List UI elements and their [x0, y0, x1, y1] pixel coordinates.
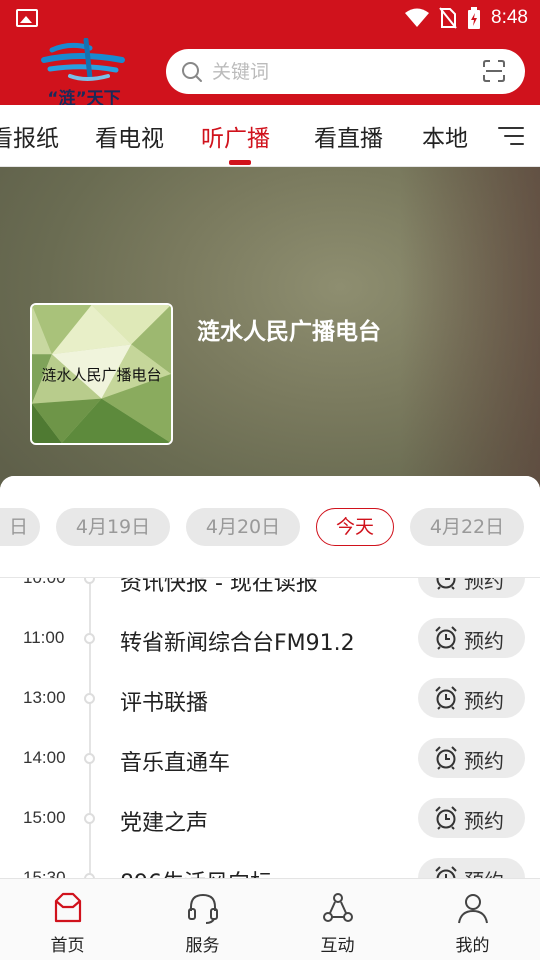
alarm-clock-icon	[435, 686, 457, 710]
program-title: 党建之声	[120, 811, 209, 836]
nav-label: 首页	[50, 936, 85, 956]
reserve-label: 预约	[464, 629, 504, 653]
reserve-button[interactable]: 预约	[418, 798, 525, 838]
program-row: 15:00 党建之声 预约	[0, 788, 540, 848]
nav-label: 服务	[185, 936, 220, 956]
reserve-label: 预约	[464, 865, 504, 878]
search-bar[interactable]	[166, 49, 525, 94]
tab-local[interactable]: 本地	[422, 119, 468, 153]
scan-icon[interactable]	[483, 60, 505, 82]
program-time: 15:30	[23, 868, 66, 878]
reserve-button[interactable]: 预约	[418, 618, 525, 658]
tab-newspaper[interactable]: 看报纸	[0, 119, 59, 153]
nav-service[interactable]: 服务	[135, 879, 270, 960]
program-title: 评书联播	[120, 691, 209, 716]
program-title: 896生活风向标	[120, 865, 272, 878]
program-time: 15:00	[23, 808, 66, 827]
timeline-dot	[84, 813, 95, 824]
tab-radio[interactable]: 听广播	[201, 119, 270, 153]
program-row: 15:30 896生活风向标 预约	[0, 848, 540, 878]
tab-live[interactable]: 看直播	[314, 119, 383, 153]
status-indicators: 8:48	[405, 6, 528, 30]
cover-label: 涟水人民广播电台	[41, 366, 162, 384]
profile-icon	[457, 894, 488, 924]
date-chip-4-22[interactable]: 4月22日	[410, 508, 524, 546]
program-list: 10:00 资讯快报 - 现在读报 预约 11:00 转省新闻综合台FM91.2…	[0, 558, 540, 878]
reserve-label: 预约	[464, 689, 504, 713]
status-bar: 8:48	[0, 0, 540, 36]
station-cover: 涟水人民广播电台	[30, 303, 173, 445]
program-time: 11:00	[23, 628, 65, 647]
alarm-clock-icon	[435, 626, 457, 650]
alarm-clock-icon	[435, 806, 457, 830]
timeline-dot	[84, 633, 95, 644]
logo-emblem-icon	[41, 38, 125, 81]
active-tab-indicator	[229, 160, 251, 165]
date-selector: 日 4月19日 4月20日 今天 4月22日	[0, 476, 540, 578]
date-chip-4-19[interactable]: 4月19日	[56, 508, 170, 546]
alarm-clock-icon	[435, 746, 457, 770]
program-time: 13:00	[23, 688, 66, 707]
bottom-nav: 首页 服务 互动 我的	[0, 878, 540, 960]
program-title: 音乐直通车	[120, 751, 231, 776]
reserve-button[interactable]: 预约	[418, 678, 525, 718]
tab-menu-icon[interactable]	[498, 125, 524, 147]
program-sheet: 日 4月19日 4月20日 今天 4月22日 10:00 资讯快报 - 现在读报…	[0, 476, 540, 878]
program-row: 14:00 音乐直通车 预约	[0, 728, 540, 788]
station-name: 涟水人民广播电台	[197, 319, 381, 345]
app-logo[interactable]: “涟”天下	[30, 38, 138, 109]
headset-icon	[187, 893, 218, 924]
search-icon	[182, 62, 202, 82]
tab-tv[interactable]: 看电视	[95, 119, 164, 153]
reserve-button[interactable]: 预约	[418, 858, 525, 878]
timeline-dot	[84, 693, 95, 704]
nav-label: 互动	[320, 936, 355, 956]
alarm-clock-icon	[435, 866, 457, 878]
nav-profile[interactable]: 我的	[405, 879, 540, 960]
status-time: 8:48	[491, 7, 528, 28]
station-hero: 涟水人民广播电台 涟水人民广播电台	[0, 167, 540, 497]
date-chip-prev[interactable]: 日	[0, 508, 40, 546]
timeline-dot	[84, 753, 95, 764]
program-row: 13:00 评书联播 预约	[0, 668, 540, 728]
interaction-icon	[322, 893, 353, 922]
reserve-button[interactable]: 预约	[418, 738, 525, 778]
search-input[interactable]	[212, 49, 472, 94]
home-icon	[54, 892, 81, 923]
date-chip-today[interactable]: 今天	[316, 508, 394, 546]
program-title: 转省新闻综合台FM91.2	[120, 631, 355, 656]
reserve-label: 预约	[464, 749, 504, 773]
category-tabs: 看报纸 看电视 听广播 看直播 本地	[0, 105, 540, 167]
app-header: 8:48 “涟”天下	[0, 0, 540, 109]
nav-interaction[interactable]: 互动	[270, 879, 405, 960]
date-chip-4-20[interactable]: 4月20日	[186, 508, 300, 546]
image-notification-icon	[16, 9, 38, 27]
no-sim-icon	[439, 7, 457, 29]
nav-label: 我的	[455, 936, 490, 956]
program-row: 11:00 转省新闻综合台FM91.2 预约	[0, 608, 540, 668]
nav-home[interactable]: 首页	[0, 879, 135, 960]
reserve-label: 预约	[464, 809, 504, 833]
battery-icon	[468, 7, 481, 29]
wifi-icon	[405, 8, 430, 27]
program-time: 14:00	[23, 748, 66, 767]
